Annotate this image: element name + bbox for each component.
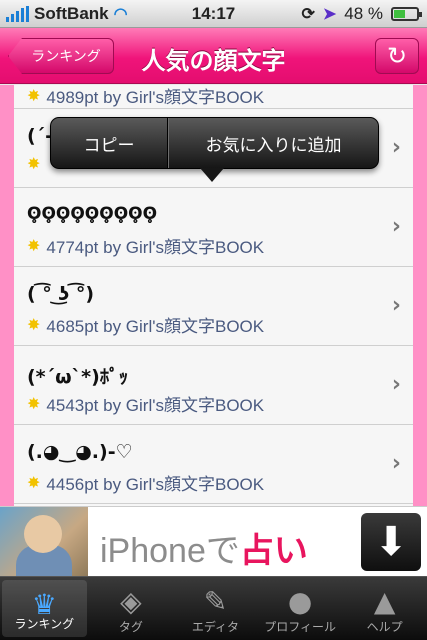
- chevron-right-icon: ›: [391, 451, 401, 476]
- star-icon: ✸: [27, 156, 41, 173]
- list-item[interactable]: ʘ̥̥ʘ̥̥ʘ̥̥ʘ̥̥ʘ̥̥ʘ̥̥ʘ̥̥ʘ̥̥ʘ̥̥ ✸ 4774pt by …: [14, 188, 413, 267]
- tab-label: エディタ: [191, 620, 240, 634]
- item-meta: ✸ 4685pt by Girl's顔文字BOOK: [27, 312, 264, 337]
- item-points: 4774pt by Girl's顔文字BOOK: [46, 238, 265, 257]
- ad-image: [0, 507, 88, 577]
- person-icon: ●: [287, 585, 313, 618]
- tab-label: タグ: [118, 620, 143, 634]
- pencil-icon: ✎: [203, 585, 228, 618]
- list-item[interactable]: ✸ 4989pt by Girl's顔文字BOOK: [14, 85, 413, 109]
- tab-label: プロフィール: [264, 620, 336, 634]
- item-meta: ✸: [27, 154, 40, 174]
- item-points: 4685pt by Girl's顔文字BOOK: [46, 317, 265, 336]
- list-item[interactable]: (.◕‿◕.)-♡ ✸ 4456pt by Girl's顔文字BOOK ›: [14, 425, 413, 504]
- item-meta: ✸ 4774pt by Girl's顔文字BOOK: [27, 233, 264, 258]
- refresh-icon: ↻: [386, 42, 408, 70]
- tab-editor[interactable]: ✎ エディタ: [173, 577, 258, 640]
- kaomoji-text: (*´ω`*)ﾎﾟｯ: [27, 366, 129, 388]
- download-arrow-icon: ⬇: [374, 519, 408, 565]
- chevron-right-icon: ›: [391, 293, 401, 318]
- list-item[interactable]: ( ͡° ͜ʖ ͡°) ✸ 4685pt by Girl's顔文字BOOK ›: [14, 267, 413, 346]
- navigation-bar: ランキング 人気の顔文字 ↻: [0, 28, 427, 84]
- ad-banner[interactable]: iPhoneで占い ⬇: [0, 506, 427, 577]
- location-icon: ➤: [322, 6, 337, 23]
- item-points: 4543pt by Girl's顔文字BOOK: [46, 396, 265, 415]
- ad-text-accent: 占い: [239, 532, 308, 570]
- chevron-right-icon: ›: [391, 135, 401, 160]
- ad-text-main: iPhoneで: [100, 532, 240, 570]
- tab-tag[interactable]: ◈ タグ: [89, 577, 174, 640]
- add-to-favorites-menu-item[interactable]: お気に入りに追加: [168, 118, 378, 168]
- star-icon: ✸: [27, 395, 41, 413]
- star-icon: ✸: [27, 237, 41, 255]
- status-bar: SoftBank ◠ 14:17 ⟳ ➤ 48 %: [0, 0, 427, 28]
- tab-ranking[interactable]: ♛ ランキング: [2, 580, 87, 637]
- battery-percent: 48 %: [344, 4, 383, 23]
- kaomoji-text: ʘ̥̥ʘ̥̥ʘ̥̥ʘ̥̥ʘ̥̥ʘ̥̥ʘ̥̥ʘ̥̥ʘ̥̥: [27, 204, 158, 224]
- item-meta: ✸ 4456pt by Girl's顔文字BOOK: [27, 470, 264, 495]
- tab-help[interactable]: ▲ ヘルプ: [342, 577, 427, 640]
- star-icon: ✸: [27, 316, 41, 334]
- status-right: ⟳ ➤ 48 %: [301, 4, 422, 24]
- battery-icon: [391, 7, 422, 21]
- tab-profile[interactable]: ● プロフィール: [258, 577, 343, 640]
- rotation-lock-icon: ⟳: [301, 6, 315, 23]
- popup-arrow: [200, 168, 224, 182]
- item-points: 4989pt by Girl's顔文字BOOK: [46, 88, 265, 107]
- kaomoji-text: (.◕‿◕.)-♡: [27, 441, 133, 463]
- tab-label: ヘルプ: [366, 620, 403, 634]
- list-item[interactable]: (*´ω`*)ﾎﾟｯ ✸ 4543pt by Girl's顔文字BOOK ›: [14, 346, 413, 425]
- kaomoji-text: ( ͡° ͜ʖ ͡°): [27, 283, 95, 305]
- edit-menu-popup: コピー お気に入りに追加: [50, 117, 379, 169]
- tab-bar: ♛ ランキング ◈ タグ ✎ エディタ ● プロフィール ▲ ヘルプ: [0, 576, 427, 640]
- chevron-right-icon: ›: [391, 214, 401, 239]
- item-meta: ✸ 4989pt by Girl's顔文字BOOK: [27, 85, 264, 108]
- item-points: 4456pt by Girl's顔文字BOOK: [46, 475, 265, 494]
- star-icon: ✸: [27, 474, 41, 492]
- star-icon: ✸: [27, 87, 41, 105]
- crown-icon: ♛: [31, 588, 57, 621]
- refresh-button[interactable]: ↻: [375, 38, 419, 74]
- item-meta: ✸ 4543pt by Girl's顔文字BOOK: [27, 391, 264, 416]
- tag-icon: ◈: [120, 585, 142, 618]
- download-button[interactable]: ⬇: [361, 513, 421, 571]
- ad-text: iPhoneで占い: [100, 523, 308, 572]
- graduation-cap-icon: ▲: [373, 585, 396, 618]
- copy-menu-item[interactable]: コピー: [51, 118, 168, 168]
- page-title: 人気の顔文字: [141, 47, 286, 75]
- chevron-right-icon: ›: [391, 372, 401, 397]
